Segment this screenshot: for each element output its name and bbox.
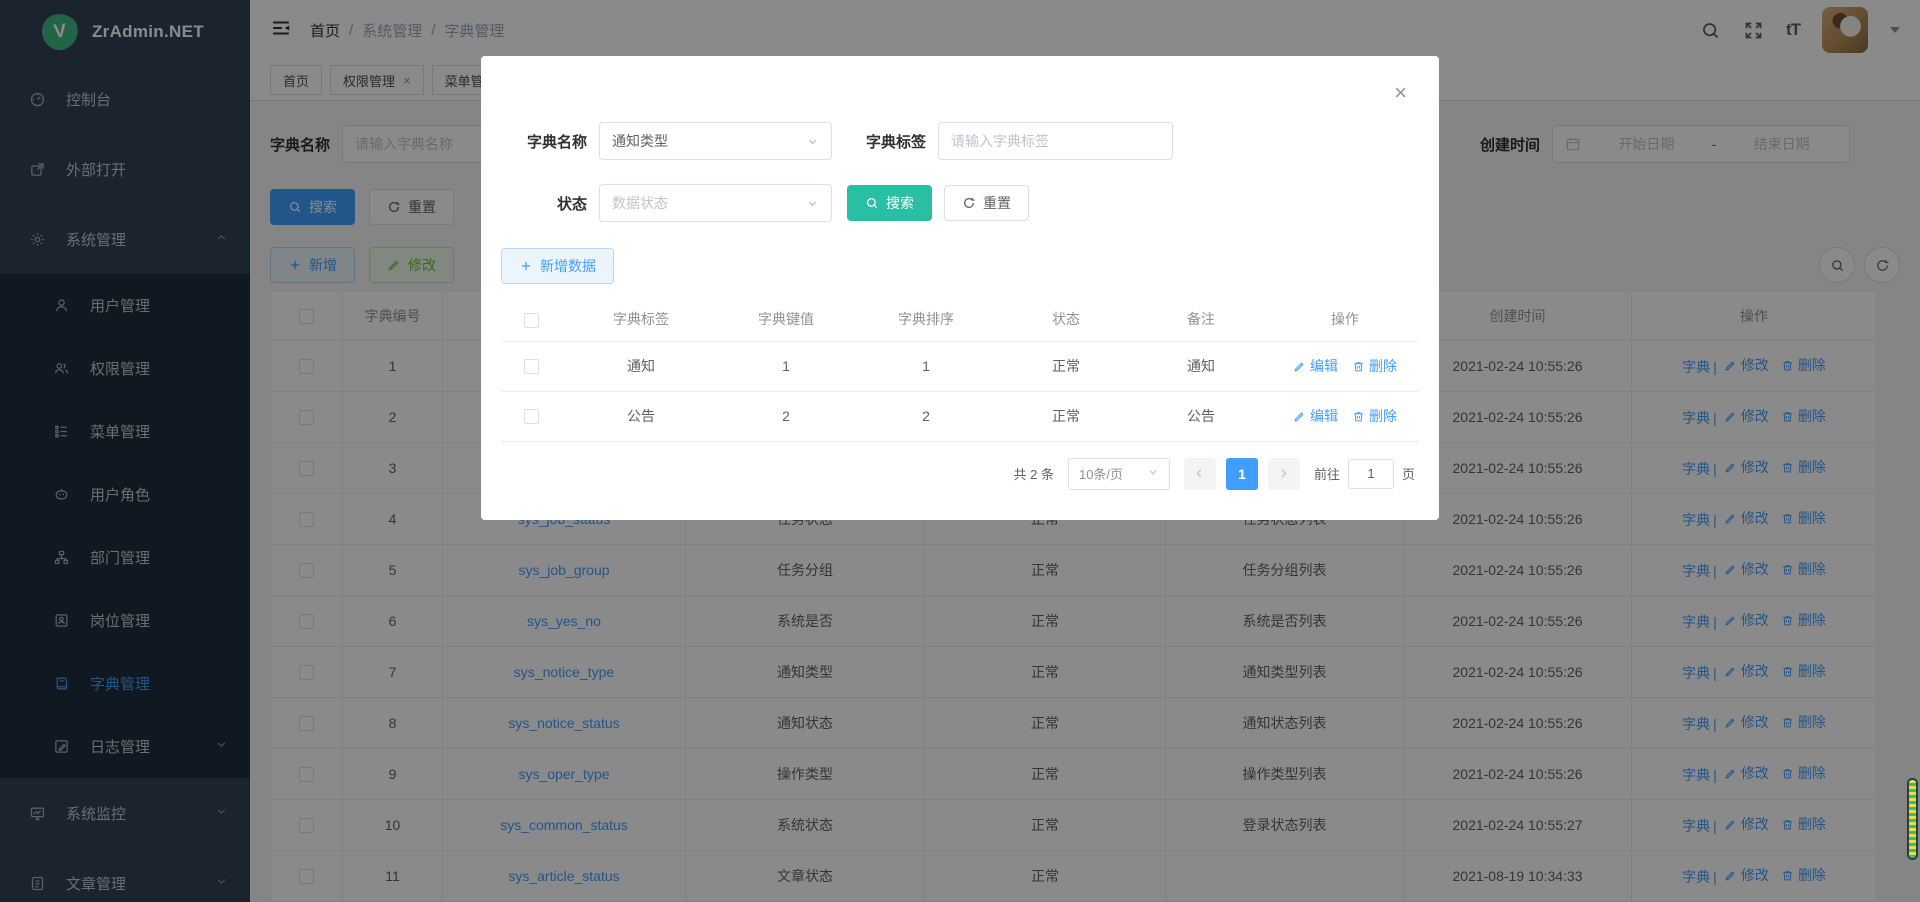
page-size-select[interactable]: 10条/页 bbox=[1068, 458, 1170, 490]
refresh-icon bbox=[962, 196, 976, 210]
chevron-down-icon bbox=[806, 197, 819, 210]
modal-reset-button[interactable]: 重置 bbox=[944, 185, 1029, 221]
modal-table-row: 公告 2 2 正常 公告 编辑删除 bbox=[501, 391, 1419, 441]
dict-label-label: 字典标签 bbox=[866, 131, 926, 152]
plus-icon bbox=[519, 259, 533, 273]
pager: 1 bbox=[1184, 458, 1300, 490]
chevron-left-icon bbox=[1193, 467, 1206, 480]
app-root: V ZrAdmin.NET 控制台 外部打开 系统管理 用户管理 权限管理 bbox=[0, 0, 1920, 902]
cell-dict-value: 2 bbox=[721, 391, 851, 441]
cell-dict-sort: 2 bbox=[851, 391, 1001, 441]
search-icon bbox=[865, 196, 879, 210]
goto-page: 前往 页 bbox=[1314, 459, 1415, 489]
pagination-total: 共 2 条 bbox=[1014, 464, 1054, 483]
modal-table-row: 通知 1 1 正常 通知 编辑删除 bbox=[501, 341, 1419, 391]
page-unit-label: 页 bbox=[1402, 464, 1415, 483]
chevron-down-icon bbox=[1147, 466, 1159, 481]
cell-remark: 公告 bbox=[1131, 391, 1271, 441]
header-status: 状态 bbox=[1001, 298, 1131, 341]
cell-dict-label: 公告 bbox=[561, 391, 721, 441]
cell-dict-sort: 1 bbox=[851, 341, 1001, 391]
chevron-down-icon bbox=[806, 135, 819, 148]
dict-name-select[interactable]: 通知类型 bbox=[599, 122, 832, 160]
trash-icon bbox=[1352, 410, 1365, 423]
select-all-checkbox[interactable] bbox=[524, 313, 539, 328]
edit-link[interactable]: 编辑 bbox=[1293, 406, 1338, 426]
header-dict-value: 字典键值 bbox=[721, 298, 851, 341]
cell-dict-label: 通知 bbox=[561, 341, 721, 391]
cell-dict-value: 1 bbox=[721, 341, 851, 391]
header-dict-sort: 字典排序 bbox=[851, 298, 1001, 341]
modal-filter-row-2: 状态 数据状态 搜索 重置 bbox=[501, 184, 1419, 222]
next-page-button[interactable] bbox=[1268, 458, 1300, 490]
header-actions: 操作 bbox=[1271, 298, 1419, 341]
dict-name-select-value: 通知类型 bbox=[612, 131, 668, 151]
header-remark: 备注 bbox=[1131, 298, 1271, 341]
pencil-icon bbox=[1293, 360, 1306, 373]
pencil-icon bbox=[1293, 410, 1306, 423]
cell-remark: 通知 bbox=[1131, 341, 1271, 391]
scrollbar-thumb[interactable] bbox=[1907, 778, 1918, 860]
trash-icon bbox=[1352, 360, 1365, 373]
cell-status: 正常 bbox=[1001, 391, 1131, 441]
goto-page-input[interactable] bbox=[1348, 459, 1394, 489]
modal-search-button[interactable]: 搜索 bbox=[847, 185, 932, 221]
close-icon[interactable]: × bbox=[1394, 82, 1407, 104]
delete-link[interactable]: 删除 bbox=[1352, 356, 1397, 376]
chevron-right-icon bbox=[1277, 467, 1290, 480]
dict-data-dialog: × 字典名称 通知类型 字典标签 状态 数据状态 搜索 重置 bbox=[481, 56, 1439, 520]
status-select-placeholder: 数据状态 bbox=[612, 193, 668, 213]
modal-pagination: 共 2 条 10条/页 1 前往 页 bbox=[501, 458, 1415, 490]
prev-page-button[interactable] bbox=[1184, 458, 1216, 490]
row-checkbox[interactable] bbox=[524, 359, 539, 374]
modal-filter-row-1: 字典名称 通知类型 字典标签 bbox=[501, 122, 1419, 160]
goto-label: 前往 bbox=[1314, 464, 1340, 483]
header-dict-label: 字典标签 bbox=[561, 298, 721, 341]
status-label: 状态 bbox=[501, 193, 587, 214]
page-number-button[interactable]: 1 bbox=[1226, 458, 1258, 490]
dict-name-label: 字典名称 bbox=[501, 131, 587, 152]
dict-label-input[interactable] bbox=[938, 122, 1173, 160]
row-checkbox[interactable] bbox=[524, 409, 539, 424]
add-data-button[interactable]: 新增数据 bbox=[501, 248, 614, 284]
modal-table-header-row: 字典标签 字典键值 字典排序 状态 备注 操作 bbox=[501, 298, 1419, 341]
cell-status: 正常 bbox=[1001, 341, 1131, 391]
status-select[interactable]: 数据状态 bbox=[599, 184, 832, 222]
delete-link[interactable]: 删除 bbox=[1352, 406, 1397, 426]
dict-data-table: 字典标签 字典键值 字典排序 状态 备注 操作 通知 1 1 正常 通知 编辑删… bbox=[501, 298, 1419, 442]
page-size-value: 10条/页 bbox=[1079, 464, 1123, 483]
edit-link[interactable]: 编辑 bbox=[1293, 356, 1338, 376]
